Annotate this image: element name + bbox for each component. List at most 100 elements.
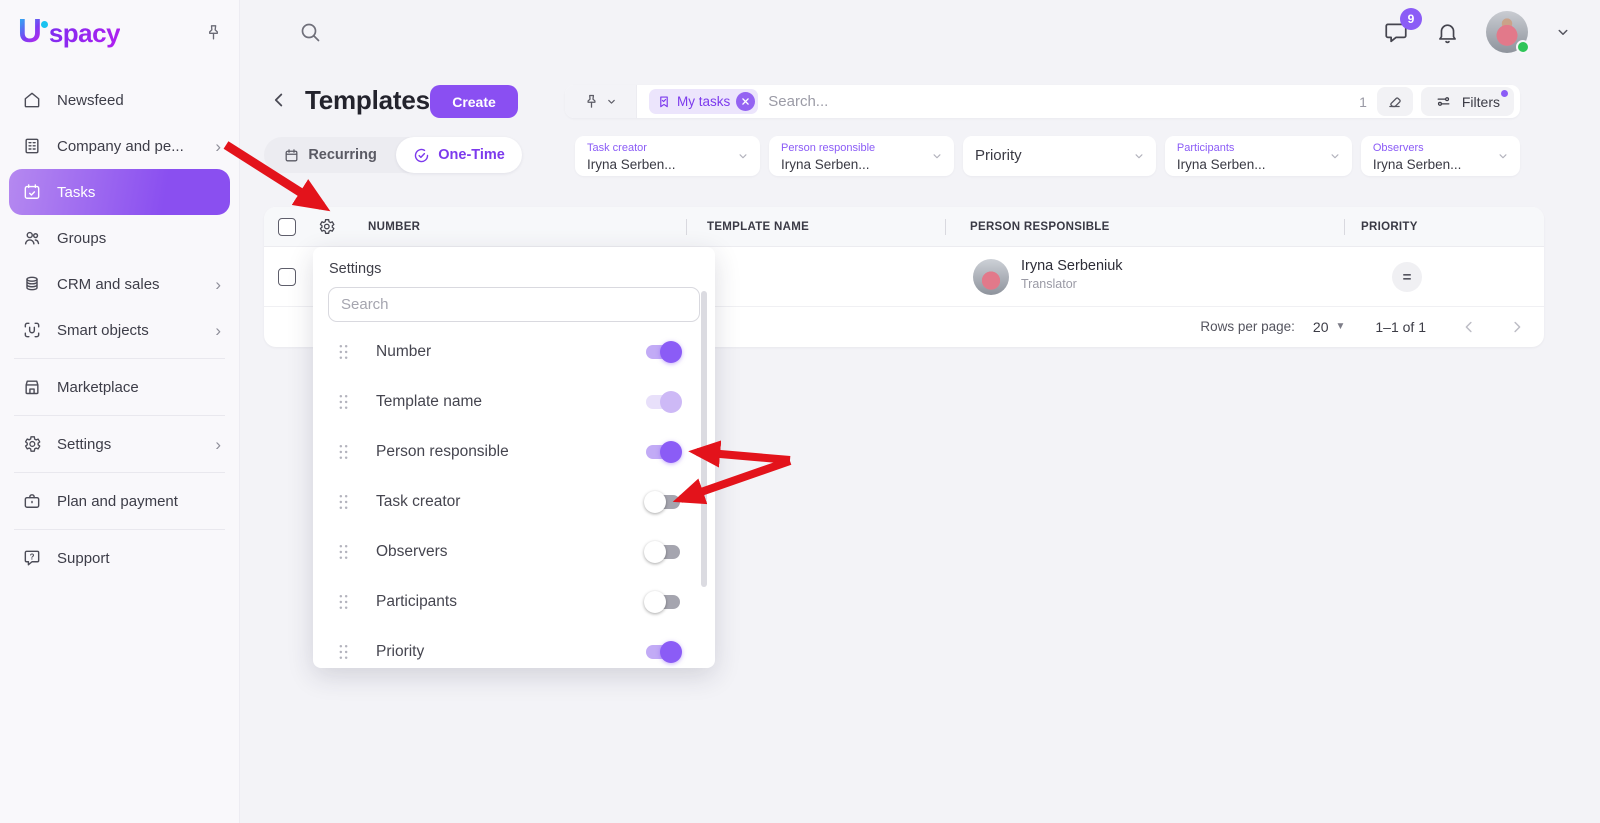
column-divider [945, 219, 946, 235]
drag-handle-icon[interactable] [338, 394, 349, 410]
pagination-next-button[interactable] [1508, 318, 1526, 336]
help-chat-icon: ? [22, 548, 42, 568]
column-toggle-row-number: Number [313, 327, 715, 377]
search-icon[interactable] [298, 20, 322, 44]
tab-recurring[interactable]: Recurring [264, 137, 396, 173]
logo-text: spacy [49, 18, 120, 49]
sidebar-item-tasks[interactable]: Tasks [9, 169, 230, 215]
filters-active-dot [1501, 90, 1508, 97]
sidebar-item-support[interactable]: ? Support [0, 535, 239, 581]
sidebar-item-marketplace[interactable]: Marketplace [0, 364, 239, 410]
popover-scrollbar[interactable] [701, 291, 707, 587]
toggle-observers[interactable] [644, 541, 682, 563]
sidebar-item-settings[interactable]: Settings › [0, 421, 239, 467]
row-checkbox[interactable] [278, 268, 296, 286]
sidebar-divider [14, 415, 225, 416]
online-status-dot [1516, 40, 1530, 54]
filter-value: Priority [975, 147, 1022, 164]
drag-handle-icon[interactable] [338, 544, 349, 560]
sidebar-item-label: Company and pe... [57, 138, 184, 155]
sidebar-item-newsfeed[interactable]: Newsfeed [0, 77, 239, 123]
filter-task-creator[interactable]: Task creatorIryna Serben... [575, 136, 760, 176]
sidebar-item-plan-payment[interactable]: Plan and payment [0, 478, 239, 524]
pinned-filters-dropdown[interactable] [565, 85, 637, 118]
tab-label: One-Time [438, 147, 505, 163]
toggle-participants[interactable] [644, 591, 682, 613]
column-toggle-row-template-name: Template name [313, 377, 715, 427]
create-button[interactable]: Create [430, 85, 518, 118]
filter-participants[interactable]: ParticipantsIryna Serben... [1165, 136, 1352, 176]
sidebar-item-label: Tasks [57, 184, 95, 201]
column-label: Participants [376, 593, 644, 611]
pagination-prev-button[interactable] [1460, 318, 1478, 336]
drag-handle-icon[interactable] [338, 444, 349, 460]
filter-count: 1 [1359, 94, 1367, 110]
select-all-checkbox[interactable] [278, 218, 296, 236]
rows-per-page-value: 20 [1313, 319, 1329, 335]
calendar-icon [283, 147, 300, 164]
bell-icon[interactable] [1435, 20, 1460, 45]
chevron-down-icon[interactable] [1554, 23, 1572, 41]
sidebar-divider [14, 529, 225, 530]
user-avatar[interactable] [1486, 11, 1528, 53]
filter-person-responsible[interactable]: Person responsibleIryna Serben... [769, 136, 954, 176]
app-root: Uspacy Newsfeed Company and pe... › Task… [0, 0, 1600, 823]
sidebar-item-label: Marketplace [57, 379, 139, 396]
popover-search-input[interactable] [328, 287, 700, 322]
filters-button[interactable]: Filters [1421, 87, 1514, 116]
column-label: Priority [376, 643, 644, 661]
column-header-template-name: TEMPLATE NAME [707, 221, 929, 233]
filter-value: Iryna Serben... [1177, 157, 1266, 172]
sidebar-item-smart-objects[interactable]: Smart objects › [0, 307, 239, 353]
sidebar-item-groups[interactable]: Groups [0, 215, 239, 261]
column-label: Template name [376, 393, 644, 411]
home-icon [22, 90, 42, 110]
filter-label: Person responsible [781, 142, 875, 154]
chevron-right-icon: › [215, 138, 221, 155]
toggle-template-name[interactable] [644, 391, 682, 413]
uspacy-logo[interactable]: Uspacy [18, 16, 120, 49]
toggle-person-responsible[interactable] [644, 441, 682, 463]
column-toggle-row-priority: Priority [313, 627, 715, 677]
sidebar-item-crm[interactable]: CRM and sales › [0, 261, 239, 307]
pin-icon [583, 93, 600, 110]
sidebar-item-label: Newsfeed [57, 92, 124, 109]
column-settings-gear-icon[interactable] [317, 217, 336, 236]
column-label: Observers [376, 543, 644, 561]
eraser-icon [1386, 93, 1403, 110]
sidebar-item-label: Support [57, 550, 110, 567]
sidebar-pin-icon[interactable] [204, 23, 223, 42]
sidebar-item-company[interactable]: Company and pe... › [0, 123, 239, 169]
search-input[interactable] [758, 93, 1359, 110]
tab-one-time[interactable]: One-Time [396, 137, 522, 173]
rows-per-page-select[interactable]: 20 ▼ [1313, 319, 1345, 335]
drag-handle-icon[interactable] [338, 344, 349, 360]
chevron-right-icon: › [215, 322, 221, 339]
svg-text:?: ? [30, 552, 35, 561]
filter-search-bar: My tasks 1 Filters [565, 85, 1520, 118]
column-header-priority: PRIORITY [1361, 221, 1544, 233]
template-type-tabs: Recurring One-Time [264, 137, 522, 173]
chevron-right-icon: › [215, 276, 221, 293]
filter-value: Iryna Serben... [1373, 157, 1462, 172]
my-tasks-chip[interactable]: My tasks [649, 89, 758, 114]
toggle-number[interactable] [644, 341, 682, 363]
toggle-priority[interactable] [644, 641, 682, 663]
back-button[interactable] [268, 89, 290, 111]
drag-handle-icon[interactable] [338, 594, 349, 610]
pagination-range: 1–1 of 1 [1375, 319, 1426, 335]
filter-label: Observers [1373, 142, 1424, 154]
smart-objects-icon [22, 320, 42, 340]
chip-remove-icon[interactable] [736, 92, 755, 111]
clear-filters-button[interactable] [1377, 87, 1413, 116]
annotation-arrows [0, 0, 1600, 823]
toggle-task-creator[interactable] [644, 491, 682, 513]
filter-priority[interactable]: Priority [963, 136, 1156, 176]
filter-observers[interactable]: Observers Iryna Serben... [1361, 136, 1520, 176]
drag-handle-icon[interactable] [338, 644, 349, 660]
chevron-down-icon [1328, 149, 1342, 163]
chat-icon[interactable]: 9 [1383, 19, 1409, 45]
rows-per-page-label: Rows per page: [1200, 319, 1295, 334]
store-icon [22, 377, 42, 397]
drag-handle-icon[interactable] [338, 494, 349, 510]
